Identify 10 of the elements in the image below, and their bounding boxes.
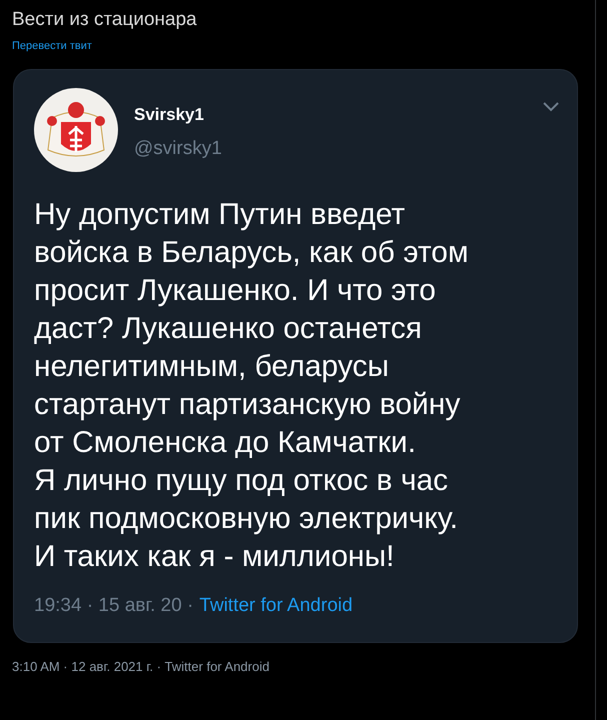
display-name: Svirsky1 xyxy=(134,104,205,126)
quoted-tweet-body: Ну допустим Путин введет войска в Беларусь, как об этом просит Лукашенко. И что это даст? Лукашенко останется нелегитимным, беларусы стартанут партизанскую войну от Смоленска до Камчатки. Я лично пущу под откос в час пик подмосковную электричку. И таких как я - миллионы! xyxy=(34,196,470,574)
translate-link[interactable]: Перевести твит xyxy=(12,38,92,54)
avatar-icon xyxy=(34,88,118,172)
chevron-down-icon[interactable] xyxy=(543,102,559,112)
user-handle: @svirsky1 xyxy=(134,137,223,161)
tweet-text: Вести из стационара xyxy=(12,8,198,32)
timestamp: 19:34 · 15 авг. 20 · xyxy=(34,594,194,618)
source-link[interactable]: Twitter for Android xyxy=(199,592,353,620)
tweet-footer: 3:10 AM · 12 авг. 2021 г. · Twitter for Android xyxy=(12,657,587,676)
